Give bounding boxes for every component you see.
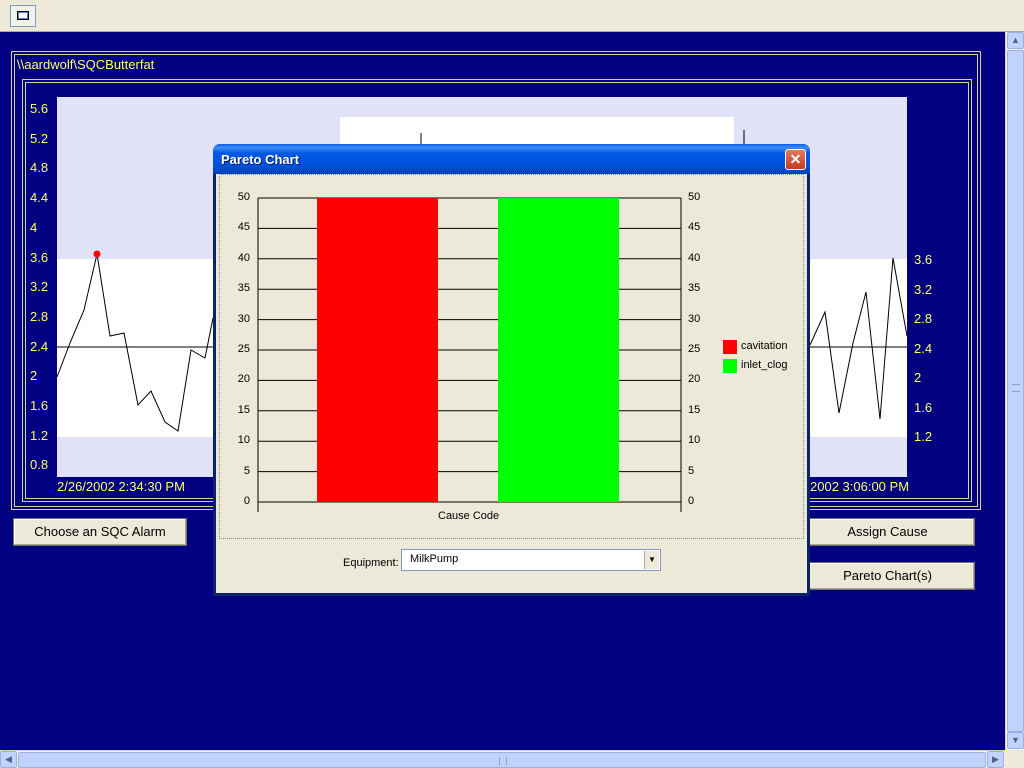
y-tick-left: 2.4 <box>30 338 49 354</box>
y-tick-left: 0.8 <box>30 457 49 473</box>
sqc-title: \\aardwolf\SQCButterfat <box>17 57 155 72</box>
y-tick-right: 2 <box>914 370 922 385</box>
y-tick-label-left: 50 <box>237 191 250 203</box>
y-tick-left: 4.8 <box>30 160 49 176</box>
legend-label: cavitation <box>741 340 788 352</box>
y-tick-label-left: 10 <box>237 434 250 447</box>
y-tick-label-right: 15 <box>688 403 701 416</box>
bar-cavitation <box>317 198 438 502</box>
pareto-dialog: Pareto Chart ✕ 0 0 5 5 10 10 15 15 20 20 25 25 30 30 3… <box>213 144 810 596</box>
y-tick-label-left: 20 <box>237 373 250 386</box>
y-tick-label-right: 10 <box>688 434 701 447</box>
choose-sqc-alarm-button[interactable]: Choose an SQC Alarm <box>13 518 187 546</box>
y-tick-label-right: 35 <box>688 282 701 295</box>
y-tick-label-left: 30 <box>237 312 250 325</box>
y-tick-left: 2.8 <box>30 308 49 324</box>
close-icon[interactable]: ✕ <box>785 149 806 170</box>
y-tick-left: 4.4 <box>30 190 49 206</box>
y-tick-label-left: 5 <box>243 464 250 477</box>
y-tick-left: 3.6 <box>30 249 49 265</box>
y-tick-right: 1.6 <box>914 399 933 415</box>
y-tick-left: 3.2 <box>30 279 49 295</box>
equipment-select-value: MilkPump <box>410 553 459 565</box>
legend-swatch <box>723 359 737 373</box>
y-tick-left: 1.6 <box>30 398 49 413</box>
y-tick-label-left: 15 <box>237 403 250 416</box>
screen-icon[interactable] <box>10 5 36 27</box>
x-end-label: 2002 3:06:00 PM <box>810 479 910 494</box>
y-tick-left: 4 <box>30 219 38 235</box>
y-tick-right: 3.2 <box>914 281 933 297</box>
dialog-titlebar[interactable]: Pareto Chart ✕ <box>213 144 810 174</box>
y-tick-label-right: 0 <box>688 495 695 507</box>
pareto-chart <box>257 197 682 512</box>
scroll-down-icon[interactable]: ▼ <box>1007 732 1024 749</box>
y-tick-label-left: 0 <box>243 495 250 507</box>
y-tick-label-right: 50 <box>688 191 701 203</box>
dialog-body: 0 0 5 5 10 10 15 15 20 20 25 25 30 30 35 35 40 40 45 45 50 50… <box>216 174 807 593</box>
y-tick-label-right: 30 <box>688 312 701 325</box>
horizontal-scrollbar[interactable]: ◀ ▶ <box>0 750 1005 768</box>
y-tick-label-right: 5 <box>688 464 695 477</box>
y-tick-label-left: 35 <box>237 282 250 295</box>
equipment-select[interactable]: MilkPump ▼ <box>401 549 661 571</box>
y-tick-label-left: 25 <box>237 343 250 355</box>
y-tick-right: 3.6 <box>914 252 933 267</box>
vertical-scrollbar[interactable]: ▲ ▼ <box>1005 32 1024 750</box>
x-axis-label: Cause Code <box>438 510 500 522</box>
dialog-title: Pareto Chart <box>221 152 300 167</box>
y-tick-label-left: 40 <box>237 251 250 264</box>
y-tick-right: 2.4 <box>914 340 933 356</box>
y-tick-label-left: 45 <box>237 221 250 234</box>
y-tick-label-right: 40 <box>688 251 701 264</box>
y-tick-left: 2 <box>30 368 38 384</box>
pareto-charts-button[interactable]: Pareto Chart(s) <box>800 562 975 590</box>
chevron-down-icon[interactable]: ▼ <box>644 551 659 569</box>
legend-swatch <box>723 340 737 354</box>
horizontal-scroll-thumb[interactable] <box>18 752 986 768</box>
y-tick-label-right: 25 <box>688 343 701 355</box>
y-tick-right: 2.8 <box>914 311 933 326</box>
equipment-label: Equipment: <box>343 557 399 569</box>
y-tick-left: 5.6 <box>30 101 49 116</box>
y-tick-label-right: 20 <box>688 373 701 386</box>
scroll-up-icon[interactable]: ▲ <box>1007 32 1024 49</box>
y-tick-left: 1.2 <box>30 427 49 443</box>
scroll-left-icon[interactable]: ◀ <box>0 751 17 768</box>
x-start-label: 2/26/2002 2:34:30 PM <box>57 479 185 494</box>
y-tick-label-right: 45 <box>688 221 701 234</box>
vertical-scroll-thumb[interactable] <box>1007 50 1024 732</box>
y-tick-left: 5.2 <box>30 130 49 146</box>
scroll-right-icon[interactable]: ▶ <box>987 751 1004 768</box>
y-tick-right: 1.2 <box>914 429 933 444</box>
assign-cause-button[interactable]: Assign Cause <box>800 518 975 546</box>
bar-inlet_clog <box>498 198 619 502</box>
toolbar <box>0 0 1024 32</box>
legend-label: inlet_clog <box>741 359 788 371</box>
